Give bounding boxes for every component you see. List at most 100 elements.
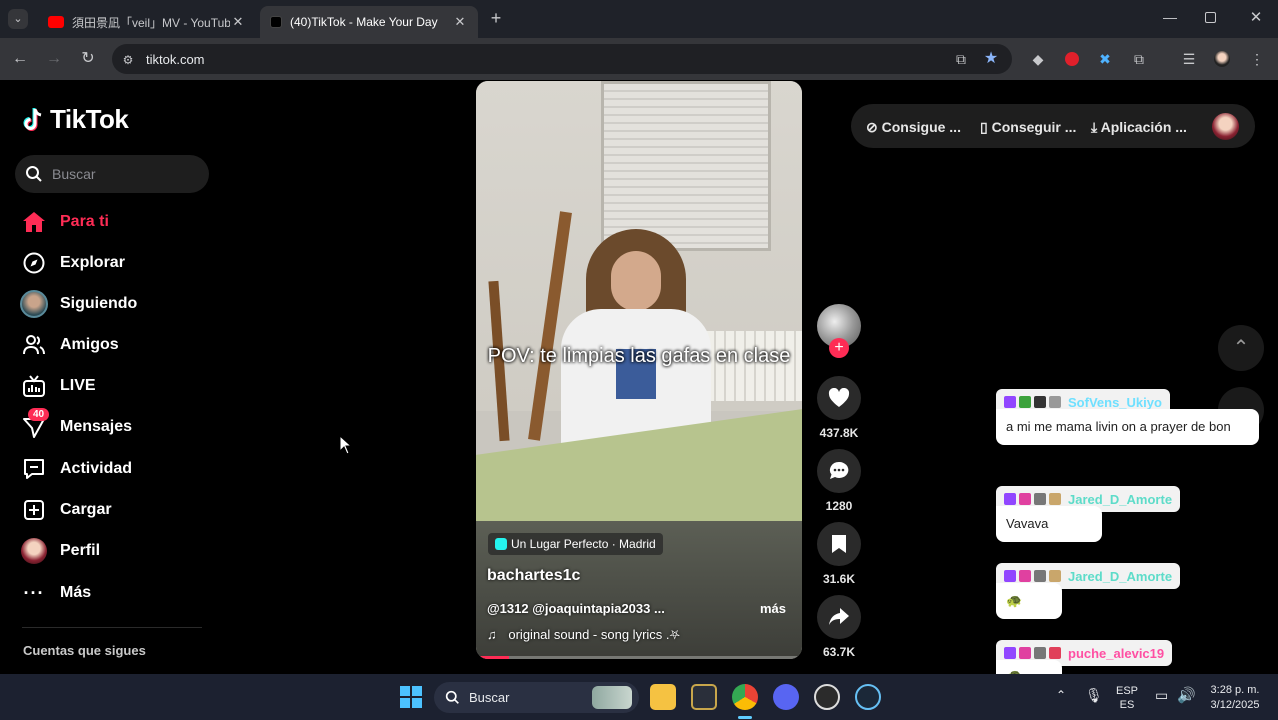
share-icon	[829, 608, 849, 625]
search-icon	[26, 166, 42, 182]
nav-mas[interactable]: ··· Más	[18, 578, 92, 608]
get-app-label: Conseguir ...	[991, 119, 1077, 135]
tab-tiktok[interactable]: (40)TikTok - Make Your Day ✕	[260, 6, 478, 38]
browser-menu-icon[interactable]: ⋮	[1248, 50, 1266, 68]
nav-explorar[interactable]: Explorar	[18, 248, 125, 278]
chat-emote-icon	[1049, 647, 1061, 659]
save-button[interactable]	[817, 522, 861, 566]
nav-label: Para ti	[60, 213, 109, 230]
get-app-button[interactable]: ▯ Conseguir ...	[980, 119, 1076, 136]
tab-title: 須田景凪「veil」MV - YouTube	[72, 15, 230, 30]
chrome-icon[interactable]	[732, 684, 758, 710]
extensions-puzzle-icon[interactable]: ⧉	[1130, 50, 1148, 68]
nav-siguiendo[interactable]: Siguiendo	[18, 289, 137, 319]
activity-icon	[18, 456, 50, 482]
nav-live[interactable]: LIVE	[18, 371, 96, 401]
address-bar[interactable]	[112, 44, 1012, 74]
chat-emote-icon	[1034, 647, 1046, 659]
close-tab-icon[interactable]: ✕	[452, 14, 468, 30]
chat-emote-icon	[1034, 570, 1046, 582]
nav-label: Más	[60, 584, 92, 601]
back-button[interactable]: ←	[10, 49, 30, 69]
nav-actividad[interactable]: Actividad	[18, 454, 132, 484]
close-window-button[interactable]: ✕	[1246, 8, 1266, 26]
new-tab-button[interactable]: +	[486, 8, 506, 28]
steam-icon[interactable]	[855, 684, 881, 710]
tiktok-logo[interactable]: TikTok	[22, 104, 129, 135]
chat-emote-icon	[1049, 396, 1061, 408]
get-coins-button[interactable]: ⊘ Consigue ...	[866, 119, 961, 136]
taskbar-search[interactable]: Buscar	[434, 682, 639, 713]
search-input[interactable]: Buscar	[15, 155, 209, 193]
discord-icon[interactable]	[773, 684, 799, 710]
chat-badge-icon	[1019, 396, 1031, 408]
nav-amigos[interactable]: Amigos	[18, 330, 119, 360]
video-progress-bar[interactable]	[476, 656, 802, 659]
share-count: 63.7K	[822, 645, 856, 659]
extension-2-icon[interactable]	[1063, 50, 1081, 68]
volume-icon[interactable]: 🔊	[1177, 686, 1196, 704]
video-player[interactable]: POV: te limpias las gafas en clase Un Lu…	[476, 81, 802, 659]
chat-username-text: Jared_D_Amorte	[1068, 491, 1173, 507]
nav-label: Siguiendo	[60, 295, 138, 312]
chat-message: a mi me mama livin on a prayer de bon	[996, 409, 1259, 445]
coin-icon: ⊘	[866, 119, 878, 135]
nav-para-ti[interactable]: Para ti	[18, 207, 109, 237]
nav-cargar[interactable]: Cargar	[18, 495, 112, 525]
follow-plus-icon[interactable]: +	[829, 338, 849, 358]
minimize-button[interactable]: —	[1160, 9, 1180, 25]
previous-video-button[interactable]: ⌃	[1218, 325, 1264, 371]
close-tab-icon[interactable]: ✕	[230, 14, 246, 30]
clock-date: 3/12/2025	[1210, 699, 1260, 711]
install-app-icon[interactable]: ⧉	[952, 50, 970, 68]
tab-youtube[interactable]: 須田景凪「veil」MV - YouTube ✕	[38, 6, 256, 38]
reload-button[interactable]: ↻	[78, 49, 98, 69]
chrome-active-indicator	[738, 716, 752, 719]
extension-3-icon[interactable]: ✖	[1096, 50, 1114, 68]
tray-chevron-icon[interactable]: ⌃	[1056, 688, 1066, 702]
sidebar-divider	[22, 627, 202, 628]
desktop-app-button[interactable]: ⤓ Aplicación ...	[1091, 119, 1187, 136]
search-highlight-icon	[592, 686, 632, 709]
nav-perfil[interactable]: Perfil	[18, 536, 100, 566]
windows-start-icon[interactable]	[400, 686, 422, 708]
extension-1-icon[interactable]: ◆	[1029, 50, 1047, 68]
video-window	[601, 81, 771, 251]
nav-mensajes[interactable]: 40 Mensajes	[18, 408, 132, 442]
bookmark-star-icon[interactable]: ★	[982, 50, 1000, 68]
video-sound[interactable]: ♫ original sound - song lyrics .⛧	[487, 627, 680, 643]
get-coins-label: Consigue ...	[881, 119, 961, 135]
tab-search-dropdown-icon[interactable]: ⌄	[8, 9, 28, 29]
clock-time: 3:28 p. m.	[1210, 684, 1260, 696]
user-avatar[interactable]	[1212, 113, 1239, 140]
like-button[interactable]	[817, 376, 861, 420]
youtube-icon	[48, 16, 64, 28]
file-explorer-icon[interactable]	[650, 684, 676, 710]
obs-icon[interactable]	[814, 684, 840, 710]
chat-badge-icon	[1004, 647, 1016, 659]
network-icon[interactable]: ▭	[1155, 687, 1168, 704]
chat-message: Vavava	[996, 506, 1102, 542]
clock[interactable]: 3:28 p. m. 3/12/2025	[1200, 683, 1270, 713]
site-info-icon[interactable]: ⚙	[119, 51, 137, 69]
comment-button[interactable]	[817, 449, 861, 493]
app-icon[interactable]	[691, 684, 717, 710]
nav-label: LIVE	[60, 377, 96, 394]
taskbar-search-label: Buscar	[469, 690, 510, 705]
tab-title: (40)TikTok - Make Your Day	[290, 15, 438, 29]
share-button[interactable]	[817, 595, 861, 639]
media-control-icon[interactable]: ☰	[1180, 50, 1198, 68]
video-description: @1312 @joaquintapia2033 ...	[487, 601, 665, 616]
url-text[interactable]: tiktok.com	[146, 52, 205, 67]
logo-text: TikTok	[50, 104, 129, 134]
microphone-icon[interactable]: 🎙	[1085, 687, 1103, 704]
video-author[interactable]: bachartes1c	[487, 567, 580, 585]
forward-button[interactable]: →	[44, 49, 64, 69]
language-indicator[interactable]: ESP ES	[1112, 684, 1142, 712]
video-location-tag[interactable]: Un Lugar Perfecto · Madrid	[488, 533, 663, 555]
browser-profile-icon[interactable]	[1213, 50, 1231, 68]
comment-icon	[829, 461, 849, 479]
maximize-button[interactable]	[1205, 12, 1216, 23]
browser-tab-bar: ⌄ 須田景凪「veil」MV - YouTube ✕ (40)TikTok - …	[0, 0, 1278, 38]
more-button[interactable]: más	[760, 601, 786, 616]
